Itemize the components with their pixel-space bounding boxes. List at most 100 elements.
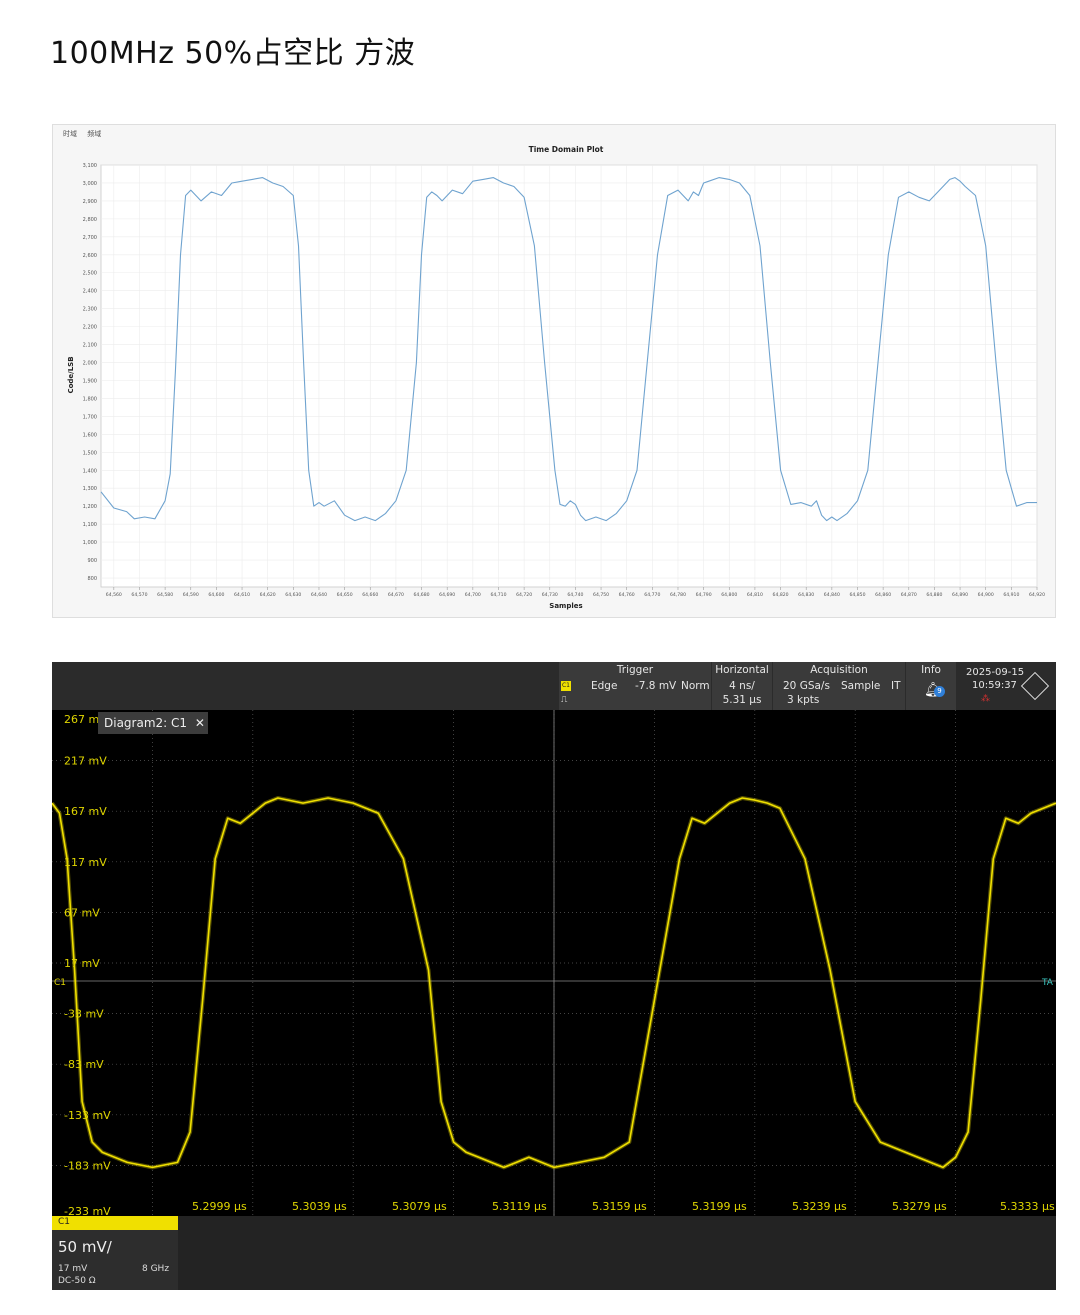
diagram-tab[interactable]: Diagram2: C1 ✕	[98, 712, 208, 734]
x-tick-label: 64,710	[490, 592, 506, 598]
y-tick-label: 3,100	[83, 163, 97, 169]
x-tick-label: 64,890	[952, 592, 968, 598]
y-tick-label: 1,800	[83, 396, 97, 402]
x-tick-label: 64,670	[388, 592, 404, 598]
scope-header-bar: Trigger C1 ⎍ Edge -7.8 mV Norm Horizonta…	[52, 662, 1056, 710]
plot-area	[100, 164, 1038, 588]
x-tick-label: 5.2999 µs	[192, 1200, 247, 1213]
y-tick-label: 17 mV	[64, 957, 100, 970]
y-axis-label: Code/LSB	[67, 356, 75, 393]
x-tick-label: 64,560	[106, 592, 122, 598]
date-text: 2025-09-15	[966, 667, 1025, 678]
info-label: Info	[921, 664, 941, 676]
acquisition-mode: Sample	[841, 680, 881, 692]
channel-box-c1[interactable]: C1 50 mV/ 17 mV 8 GHz DC-50 Ω	[52, 1216, 178, 1290]
x-tick-label: 64,810	[747, 592, 763, 598]
horizontal-scale: 4 ns/	[729, 680, 755, 692]
y-tick-label: 2,000	[83, 361, 97, 367]
y-tick-label: 2,400	[83, 289, 97, 295]
x-tick-label: 64,740	[567, 592, 583, 598]
y-tick-label: 3,000	[83, 181, 97, 187]
y-tick-label: -83 mV	[64, 1058, 104, 1071]
y-tick-label: -183 mV	[64, 1159, 111, 1172]
acquisition-panel[interactable]: Acquisition 20 GSa/s Sample IT 3 kpts	[773, 662, 905, 710]
x-tick-label: 64,750	[593, 592, 609, 598]
y-tick-label: 1,700	[83, 414, 97, 420]
x-tick-label: 64,780	[670, 592, 686, 598]
horizontal-panel[interactable]: Horizontal 4 ns/ 5.31 µs	[712, 662, 772, 710]
x-tick-label: 5.3039 µs	[292, 1200, 347, 1213]
channel-scale: 50 mV/	[58, 1238, 112, 1256]
x-tick-label: 64,700	[465, 592, 481, 598]
oscilloscope-screen: Trigger C1 ⎍ Edge -7.8 mV Norm Horizonta…	[52, 662, 1056, 1290]
channel-marker: C1	[54, 978, 66, 988]
horizontal-label: Horizontal	[715, 664, 769, 676]
y-tick-label: 2,300	[83, 307, 97, 313]
x-tick-label: 64,770	[644, 592, 660, 598]
channel-coupling: DC-50 Ω	[58, 1276, 96, 1286]
x-tick-label: 64,580	[157, 592, 173, 598]
x-tick-label: 64,730	[542, 592, 558, 598]
scope-bottom-bar: C1 50 mV/ 17 mV 8 GHz DC-50 Ω	[52, 1216, 1056, 1290]
x-tick-label: 64,650	[337, 592, 353, 598]
info-count-badge: 9	[934, 686, 945, 697]
x-tick-label: 64,570	[131, 592, 147, 598]
x-tick-label: 64,680	[414, 592, 430, 598]
trigger-label: Trigger	[616, 664, 654, 676]
y-tick-label: 2,600	[83, 253, 97, 259]
trigger-channel-badge: C1	[561, 681, 571, 691]
y-tick-label: 2,500	[83, 271, 97, 277]
y-tick-label: 1,600	[83, 432, 97, 438]
y-tick-label: 1,900	[83, 378, 97, 384]
x-tick-label: 5.3079 µs	[392, 1200, 447, 1213]
y-tick-label: 1,300	[83, 486, 97, 492]
trigger-marker: TA	[1041, 978, 1054, 988]
page-title: 100MHz 50%占空比 方波	[50, 36, 416, 71]
time-text: 10:59:37	[972, 680, 1017, 691]
x-tick-label: 5.3239 µs	[792, 1200, 847, 1213]
y-tick-label: 2,900	[83, 199, 97, 205]
channel-box-header	[52, 1216, 178, 1230]
y-tick-label: 1,500	[83, 450, 97, 456]
close-icon[interactable]: ✕	[195, 716, 205, 730]
x-tick-label: 64,910	[1003, 592, 1019, 598]
oscilloscope-chart: 267 mV217 mV167 mV117 mV67 mV17 mV-33 mV…	[52, 710, 1056, 1216]
channel-name: C1	[58, 1217, 71, 1227]
y-tick-label: 1,200	[83, 504, 97, 510]
x-tick-label: 64,920	[1029, 592, 1045, 598]
y-tick-label: -33 mV	[64, 1008, 104, 1021]
y-tick-label: 800	[87, 576, 97, 582]
x-tick-label: 5.3199 µs	[692, 1200, 747, 1213]
x-tick-label: 64,720	[516, 592, 532, 598]
info-panel[interactable]: Info 🔔︎ 9	[906, 662, 956, 710]
x-tick-label: 64,610	[234, 592, 250, 598]
y-tick-label: 2,800	[83, 217, 97, 223]
y-tick-label: 67 mV	[64, 906, 100, 919]
y-tick-label: 1,400	[83, 468, 97, 474]
acquisition-points: 3 kpts	[787, 694, 820, 706]
x-tick-label: 64,880	[926, 592, 942, 598]
network-icon: ⁂	[981, 694, 990, 704]
x-tick-label: 64,790	[696, 592, 712, 598]
trigger-level: -7.8 mV	[635, 680, 677, 692]
y-tick-label: -133 mV	[64, 1109, 111, 1122]
x-tick-label: 64,870	[901, 592, 917, 598]
trigger-panel[interactable]: Trigger C1 ⎍ Edge -7.8 mV Norm	[559, 662, 711, 710]
x-tick-label: 64,620	[260, 592, 276, 598]
x-axis-label: Samples	[549, 602, 582, 610]
x-tick-label: 64,830	[798, 592, 814, 598]
x-tick-label: 64,860	[875, 592, 891, 598]
x-tick-label: 64,660	[362, 592, 378, 598]
x-tick-label: 64,690	[439, 592, 455, 598]
time-domain-plot-panel: 时域 频域 Time Domain Plot Samples Code/LSB …	[52, 124, 1056, 618]
x-tick-label: 64,900	[978, 592, 994, 598]
y-tick-label: 167 mV	[64, 805, 107, 818]
x-tick-label: 64,640	[311, 592, 327, 598]
x-tick-label: 64,800	[721, 592, 737, 598]
x-tick-label: 5.3333 µs	[1000, 1200, 1055, 1213]
acquisition-rate: 20 GSa/s	[783, 680, 830, 692]
datetime-panel: 2025-09-15 10:59:37 ⁂	[957, 662, 1056, 710]
y-tick-label: 1,000	[83, 540, 97, 546]
x-tick-label: 64,630	[285, 592, 301, 598]
y-tick-label: 2,200	[83, 325, 97, 331]
